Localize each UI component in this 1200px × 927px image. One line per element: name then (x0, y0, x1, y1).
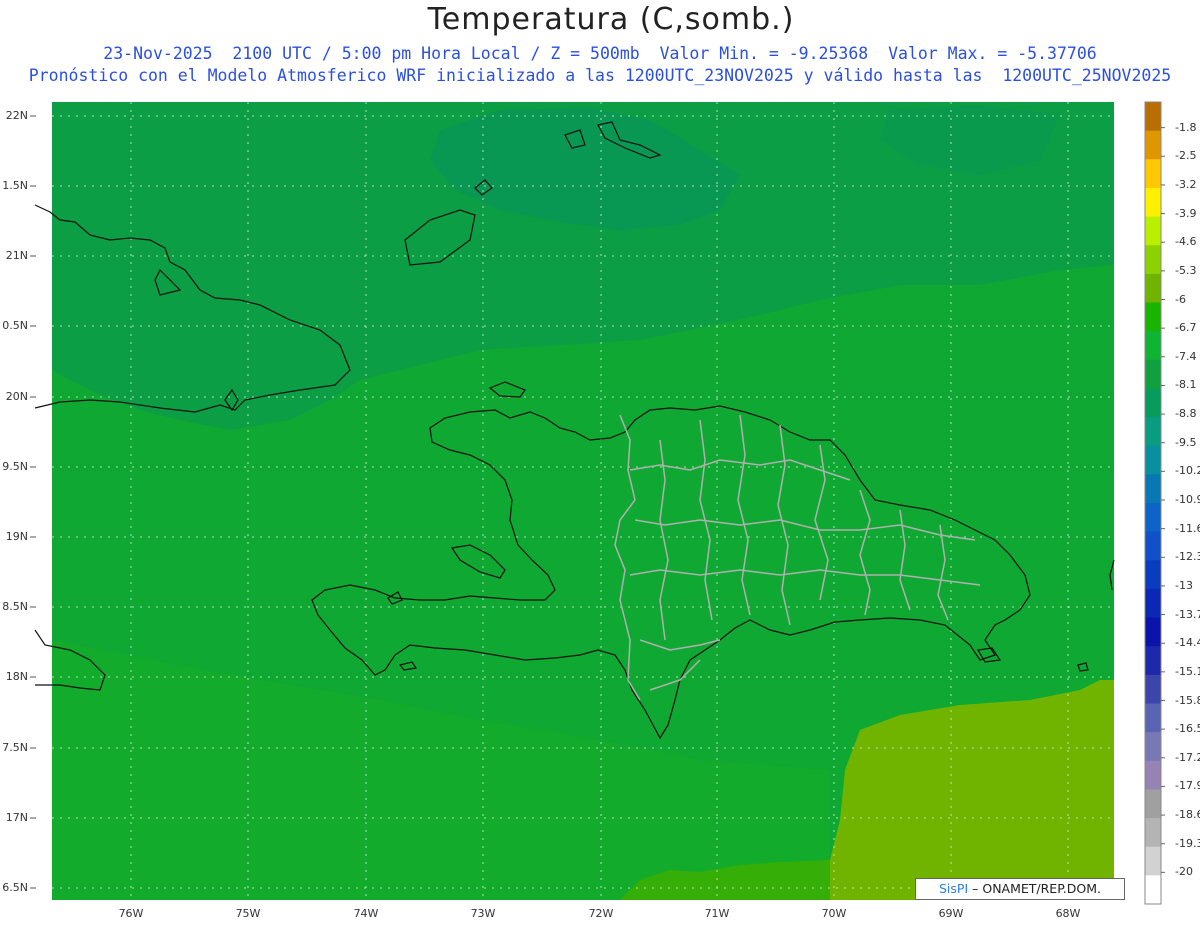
colorbar-label: -13 (1175, 578, 1193, 592)
colorbar-label: -8.1 (1175, 378, 1197, 392)
colorbar-label: -10.2 (1175, 464, 1200, 478)
sispi-brand: SisPI (939, 881, 969, 896)
lat-label: 21N (5, 249, 28, 262)
colorbar-label: -19.3 (1175, 836, 1200, 850)
lon-label: 71W (704, 907, 730, 920)
lon-label: 70W (821, 907, 847, 920)
lon-label: 73W (470, 907, 496, 920)
colorbar-label: -9.5 (1175, 435, 1197, 449)
lon-label: 68W (1055, 907, 1081, 920)
colorbar-label: -15.1 (1175, 664, 1200, 678)
colorbar-label: -3.9 (1175, 206, 1197, 220)
colorbar-label: -12.3 (1175, 550, 1200, 564)
lon-label: 69W (938, 907, 964, 920)
temperature-map (30, 102, 1115, 900)
colorbar-label: -10.9 (1175, 493, 1200, 506)
colorbar-label: -8.8 (1175, 407, 1197, 421)
lat-label: 19N (5, 530, 28, 543)
lon-label: 72W (588, 907, 614, 920)
colorbar-label: -14.4 (1175, 636, 1200, 650)
colorbar-label: -1.8 (1175, 120, 1197, 134)
colorbar-label: -5.3 (1175, 263, 1197, 277)
colorbar-label: -6 (1175, 292, 1186, 306)
axis-ticks (30, 115, 36, 889)
lat-label: 1.5N (2, 179, 28, 192)
colorbar-label: -16.5 (1175, 722, 1200, 736)
lon-label: 74W (353, 907, 379, 920)
colorbar-label: -3.2 (1175, 177, 1197, 191)
credit-box: SisPI – ONAMET/REP.DOM. (915, 878, 1125, 900)
colorbar-label: -11.6 (1175, 521, 1200, 535)
colorbar-label: -17.9 (1175, 779, 1200, 793)
lat-label: 20N (5, 390, 28, 403)
colorbar-label: -17.2 (1175, 750, 1200, 764)
lon-label: 75W (235, 907, 261, 920)
colorbar-label: -13.7 (1175, 607, 1200, 621)
colorbar-label: -6.7 (1175, 321, 1197, 335)
lat-label: 9.5N (2, 460, 28, 473)
colorbar-label: -20 (1175, 865, 1193, 879)
credit-org: – ONAMET/REP.DOM. (968, 881, 1101, 896)
lat-label: 22N (5, 109, 28, 122)
colorbar-label: -4.6 (1175, 235, 1197, 249)
lon-label: 76W (118, 907, 144, 920)
lat-label: 18N (5, 670, 28, 683)
colorbar-label: -15.8 (1175, 693, 1200, 707)
lat-label: 8.5N (2, 600, 28, 613)
lat-label: 6.5N (2, 881, 28, 894)
lat-label: 7.5N (2, 741, 28, 754)
colorbar-label: -7.4 (1175, 349, 1197, 363)
colorbar-label: -2.5 (1175, 149, 1197, 163)
lat-label: 17N (5, 811, 28, 824)
colorbar-label: -18.6 (1175, 808, 1200, 822)
lat-label: 0.5N (2, 319, 28, 332)
